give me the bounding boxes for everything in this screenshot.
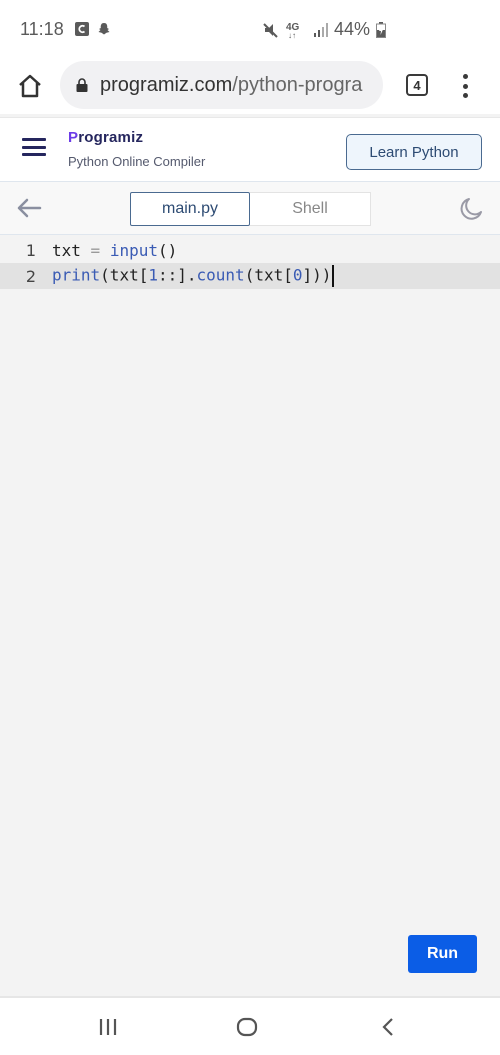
- signal-icon: [314, 22, 328, 37]
- page-subtitle: Python Online Compiler: [68, 154, 206, 169]
- code-editor[interactable]: 1 txt = input() 2 print(txt[1::].count(t…: [0, 236, 500, 996]
- browser-menu-icon[interactable]: [460, 74, 470, 98]
- code-token: count: [196, 265, 245, 285]
- battery-icon: [376, 21, 387, 38]
- home-icon[interactable]: [16, 72, 44, 100]
- code-token: (txt[: [100, 265, 149, 285]
- dark-mode-moon-icon[interactable]: [458, 196, 484, 222]
- code-token: (txt[: [244, 265, 293, 285]
- line-number: 2: [25, 266, 36, 286]
- programiz-logo[interactable]: Programiz: [68, 129, 143, 146]
- code-token: 1: [148, 265, 158, 285]
- lock-icon: [76, 78, 88, 92]
- site-header: Programiz Python Online Compiler Learn P…: [0, 117, 500, 181]
- logo-initial: P: [68, 129, 79, 146]
- android-nav-bar: [0, 996, 500, 1055]
- tab-shell[interactable]: Shell: [250, 192, 371, 226]
- status-time: 11:18: [20, 19, 64, 39]
- mute-icon: [263, 22, 278, 38]
- learn-python-button[interactable]: Learn Python: [346, 134, 482, 170]
- code-token: =: [90, 240, 101, 260]
- code-line-active[interactable]: 2 print(txt[1::].count(txt[0])): [0, 263, 500, 289]
- code-text[interactable]: txt = input(): [52, 241, 177, 260]
- code-text[interactable]: print(txt[1::].count(txt[0])): [52, 265, 335, 287]
- code-token: input: [109, 240, 158, 260]
- notification-app-icon: [75, 22, 89, 36]
- browser-toolbar: programiz.com/python-progra 4: [0, 58, 500, 114]
- snapchat-icon: [98, 23, 110, 35]
- editor-toolbar: main.py Shell: [0, 181, 500, 235]
- battery-percent: 44%: [334, 19, 371, 39]
- run-button[interactable]: Run: [408, 935, 477, 973]
- tab-main-py[interactable]: main.py: [130, 192, 250, 226]
- code-token: (): [157, 240, 178, 260]
- code-token: ])): [302, 265, 332, 285]
- line-number: 1: [25, 240, 36, 260]
- address-bar[interactable]: programiz.com/python-progra: [60, 61, 383, 109]
- logo-text: rogramiz: [78, 129, 144, 146]
- back-arrow-icon[interactable]: [16, 197, 42, 219]
- status-bar: 11:18 4G ↓↑ 44%: [0, 0, 500, 58]
- recent-apps-icon[interactable]: [98, 1016, 118, 1038]
- tab-switcher-button[interactable]: 4: [406, 74, 428, 96]
- code-token: ::].: [157, 265, 197, 285]
- hamburger-menu-icon[interactable]: [22, 138, 46, 156]
- code-token: 0: [292, 265, 303, 285]
- code-token: print: [52, 265, 101, 285]
- status-right: 4G ↓↑ 44%: [262, 19, 387, 40]
- home-nav-icon[interactable]: [236, 1016, 258, 1038]
- text-cursor: [332, 265, 335, 287]
- back-nav-icon[interactable]: [380, 1016, 396, 1038]
- url-path: /python-progra: [232, 73, 363, 96]
- code-token: txt: [52, 240, 91, 260]
- svg-text:↓↑: ↓↑: [288, 31, 296, 39]
- code-line[interactable]: 1 txt = input(): [0, 237, 500, 263]
- 4g-lte-icon: 4G ↓↑: [286, 22, 300, 39]
- url-domain: programiz.com: [100, 73, 233, 96]
- url-text: programiz.com/python-progra: [100, 74, 362, 97]
